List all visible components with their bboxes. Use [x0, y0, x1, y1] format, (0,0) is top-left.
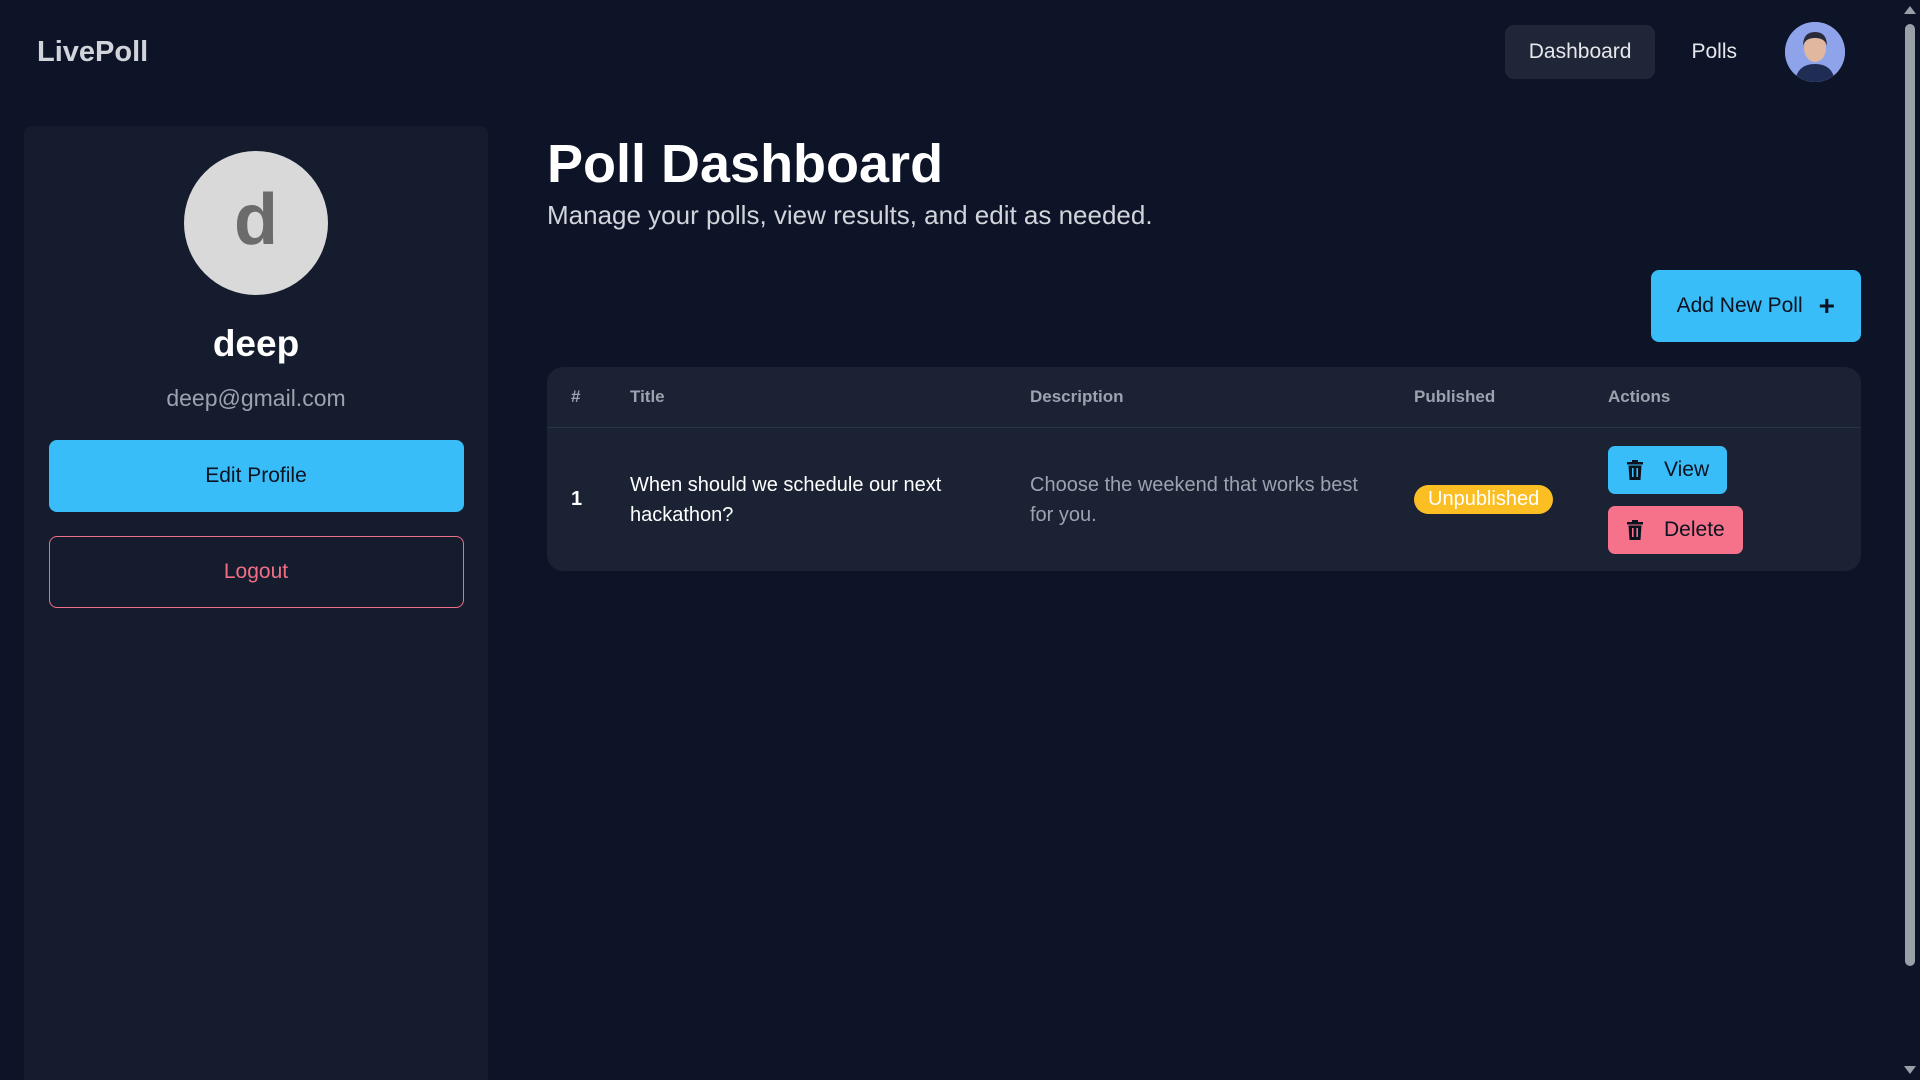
row-title: When should we schedule our next hackath… [630, 473, 942, 526]
add-row: Add New Poll + [547, 270, 1861, 343]
page-scrollbar[interactable] [1900, 0, 1920, 1080]
polls-table: # Title Description Published Actions 1 … [547, 367, 1861, 572]
row-number: 1 [571, 488, 583, 511]
profile-name: deep [212, 323, 300, 364]
edit-profile-button[interactable]: Edit Profile [48, 440, 464, 512]
profile-sidebar: d deep deep@gmail.com Edit Profile Logou… [24, 126, 488, 1080]
delete-button[interactable]: Delete [1608, 505, 1743, 554]
status-badge: Unpublished [1414, 485, 1554, 515]
trash-icon [1627, 459, 1643, 480]
plus-icon: + [1818, 290, 1835, 322]
header-actions: Actions [1608, 367, 1861, 428]
logout-button[interactable]: Logout [48, 536, 464, 608]
brand-logo[interactable]: LivePoll [37, 36, 148, 69]
trash-icon [1627, 519, 1643, 540]
view-label: View [1664, 457, 1710, 481]
row-actions: View Delete [1608, 445, 1861, 554]
row-published-cell: Unpublished [1414, 427, 1608, 571]
header-number: # [547, 367, 630, 428]
user-photo-icon [1785, 22, 1845, 82]
view-button[interactable]: View [1608, 445, 1728, 494]
scroll-down-arrow-icon[interactable] [1904, 1066, 1916, 1074]
profile-email: deep@gmail.com [166, 385, 346, 411]
nav-links: Dashboard Polls [1504, 22, 1845, 82]
page-title: Poll Dashboard [547, 134, 944, 194]
page-subtitle: Manage your polls, view results, and edi… [547, 200, 1153, 231]
delete-label: Delete [1664, 517, 1725, 541]
nav-link-polls[interactable]: Polls [1667, 25, 1761, 79]
scroll-up-arrow-icon[interactable] [1904, 6, 1916, 14]
header-description: Description [1030, 367, 1414, 428]
user-avatar[interactable] [1785, 22, 1845, 82]
add-new-poll-label: Add New Poll [1676, 294, 1803, 318]
profile-avatar: d [184, 151, 328, 295]
table-row: 1 When should we schedule our next hacka… [547, 427, 1861, 571]
table-header-row: # Title Description Published Actions [547, 367, 1861, 428]
header-title: Title [630, 367, 1030, 428]
avatar-letter: d [234, 180, 278, 260]
add-new-poll-button[interactable]: Add New Poll + [1650, 270, 1861, 343]
row-description: Choose the weekend that works best for y… [1030, 473, 1358, 526]
nav-link-dashboard[interactable]: Dashboard [1504, 25, 1656, 79]
scroll-thumb[interactable] [1905, 24, 1915, 966]
header-published: Published [1414, 367, 1608, 428]
navbar: LivePoll Dashboard Polls [0, 0, 1900, 104]
row-actions-cell: View Delete [1608, 427, 1861, 571]
main-content: Poll Dashboard Manage your polls, view r… [547, 134, 1861, 572]
